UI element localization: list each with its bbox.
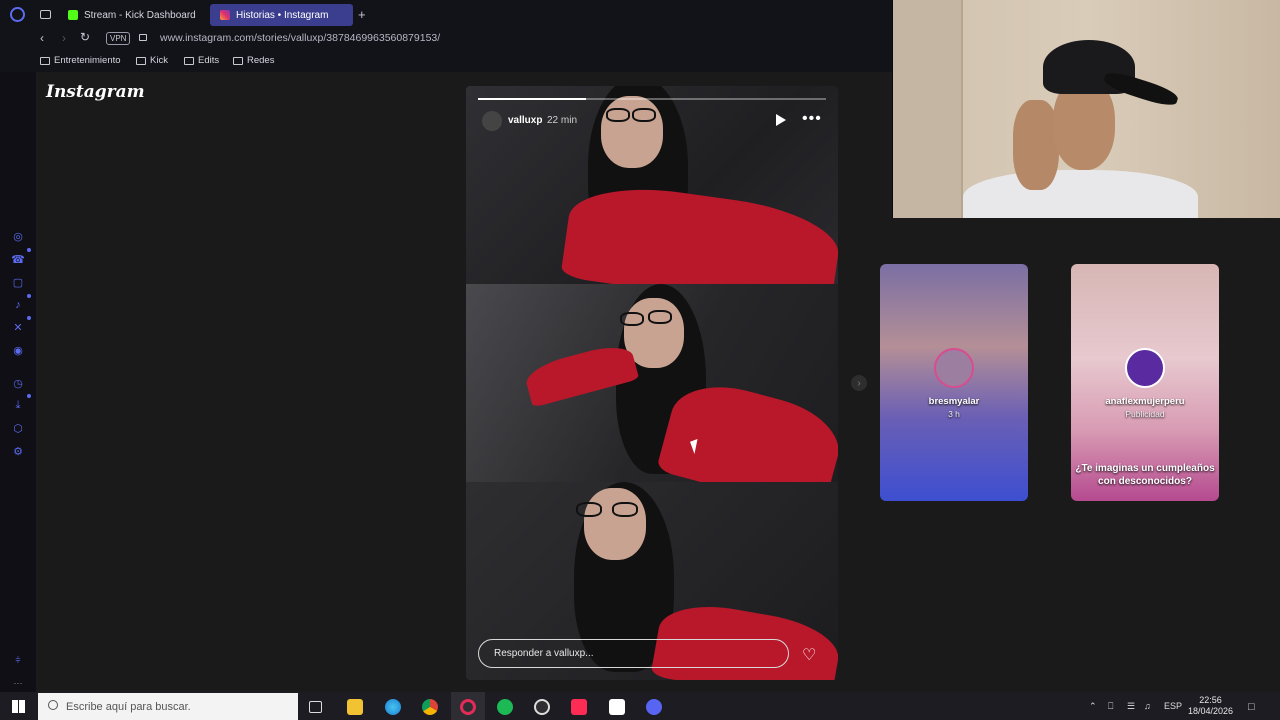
tab-label: Stream - Kick Dashboard	[84, 9, 196, 21]
discord-app-icon[interactable]	[646, 699, 662, 715]
opera-ai-icon[interactable]: ◎	[11, 229, 25, 243]
obs-icon[interactable]	[534, 699, 550, 715]
chrome-icon[interactable]	[422, 699, 438, 715]
language-indicator[interactable]: ESP	[1164, 701, 1182, 711]
tab-label: Historias • Instagram	[236, 9, 329, 21]
more-options-icon[interactable]: •••	[802, 110, 822, 128]
heart-icon[interactable]: ♡	[802, 645, 816, 665]
story-viewer[interactable]	[466, 86, 838, 680]
bookmark-redes[interactable]: Redes	[233, 55, 274, 66]
folder-icon	[40, 56, 50, 65]
notification-dot	[27, 394, 31, 398]
preview-time: 3 h	[948, 409, 960, 419]
notifications-icon[interactable]: □	[1248, 701, 1255, 713]
preview-caption: ¿Te imaginas un cumpleaños con desconoci…	[1075, 463, 1215, 487]
reload-icon[interactable]: ↻	[80, 30, 90, 44]
kick-icon	[68, 10, 78, 20]
story-username[interactable]: valluxp	[508, 115, 542, 126]
reply-input[interactable]: Responder a valluxp...	[478, 639, 789, 668]
windows-start-icon[interactable]	[12, 700, 25, 713]
preview-username: anaflexmujerperu	[1105, 396, 1185, 407]
edge-icon[interactable]	[385, 699, 401, 715]
tab-kick-dashboard[interactable]: Stream - Kick Dashboard	[58, 4, 206, 26]
instagram-icon[interactable]: ▢	[11, 275, 25, 289]
task-view-icon[interactable]	[309, 701, 322, 713]
flow-icon[interactable]: ⫩	[11, 653, 25, 667]
preview-username: bresmyalar	[928, 396, 980, 407]
story-preview-bresmyalar[interactable]: bresmyalar 3 h	[880, 264, 1028, 501]
opera-menu-icon[interactable]	[10, 7, 25, 22]
next-story-button[interactable]: ›	[851, 375, 867, 391]
vpn-badge[interactable]: VPN	[106, 32, 131, 45]
webcam-overlay	[893, 0, 1280, 218]
notification-dot	[27, 294, 31, 298]
forward-icon[interactable]: ›	[62, 31, 66, 45]
preview-sponsored: Publicidad	[1125, 409, 1165, 419]
tab-instagram-stories[interactable]: Historias • Instagram	[210, 4, 353, 26]
preview-avatar	[1125, 348, 1165, 388]
url-field[interactable]: www.instagram.com/stories/valluxp/387846…	[160, 32, 440, 44]
more-icon[interactable]: ⋯	[11, 676, 25, 690]
new-tab-button[interactable]: +	[358, 7, 366, 22]
lock-icon	[139, 34, 147, 41]
story-progress-fill	[478, 98, 586, 100]
taskbar-search-input[interactable]: Escribe aquí para buscar.	[38, 693, 298, 720]
capcut-icon[interactable]	[609, 699, 625, 715]
bookmark-entretenimiento[interactable]: Entretenimiento	[40, 55, 121, 66]
folder-icon	[184, 56, 194, 65]
folder-icon	[136, 56, 146, 65]
history-icon[interactable]: ◷	[11, 376, 25, 390]
story-preview-anaflexmujerperu[interactable]: anaflexmujerperu Publicidad ¿Te imaginas…	[1071, 264, 1219, 501]
settings-icon[interactable]: ⚙	[11, 444, 25, 458]
preview-avatar	[934, 348, 974, 388]
volume-icon[interactable]: ♫	[1144, 701, 1151, 711]
address-bar	[0, 28, 892, 50]
microphone-icon[interactable]: ⎕	[1108, 701, 1113, 712]
taskbar-clock[interactable]: 22:56 18/04/2026	[1188, 695, 1233, 717]
instagram-icon	[220, 10, 230, 20]
whatsapp-icon[interactable]: ☎	[11, 252, 25, 266]
bookmarks-bar	[0, 50, 892, 72]
extensions-icon[interactable]: ⬡	[11, 421, 25, 435]
notification-dot	[27, 248, 31, 252]
search-placeholder: Escribe aquí para buscar.	[66, 700, 191, 713]
story-frame	[466, 284, 838, 515]
workspaces-icon[interactable]	[40, 10, 51, 19]
notification-dot	[27, 316, 31, 320]
tiktok-icon[interactable]: ♪	[11, 298, 25, 312]
search-icon	[48, 700, 58, 710]
instagram-logo[interactable]: Instagram	[46, 82, 145, 102]
bookmark-edits[interactable]: Edits	[184, 55, 219, 66]
download-icon[interactable]: ⤓	[11, 398, 25, 412]
spotify-icon[interactable]	[497, 699, 513, 715]
discord-icon[interactable]: ◉	[11, 343, 25, 357]
story-avatar[interactable]	[482, 111, 502, 131]
folder-icon	[233, 56, 243, 65]
x-icon[interactable]: ✕	[11, 320, 25, 334]
play-icon[interactable]	[776, 114, 786, 126]
file-explorer-icon[interactable]	[347, 699, 363, 715]
back-icon[interactable]: ‹	[40, 31, 44, 45]
reply-placeholder: Responder a valluxp...	[494, 648, 594, 659]
tiktok-app-icon[interactable]	[571, 699, 587, 715]
tray-chevron-icon[interactable]: ⌃	[1089, 701, 1097, 712]
story-timestamp: 22 min	[547, 115, 578, 126]
network-icon[interactable]: ☰	[1127, 701, 1135, 712]
bookmark-kick[interactable]: Kick	[136, 55, 168, 66]
